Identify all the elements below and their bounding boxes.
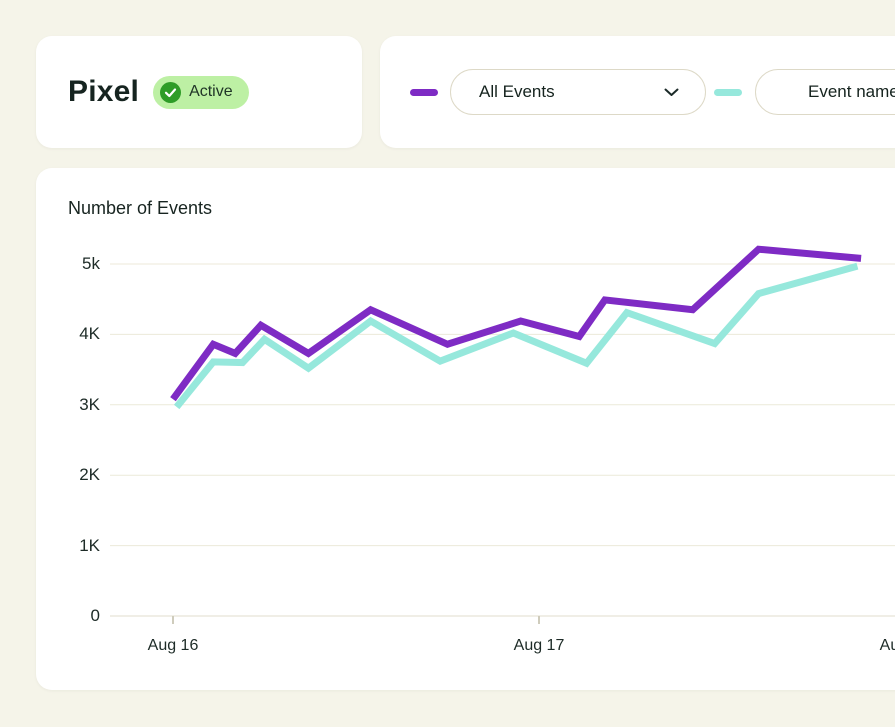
series-swatch-event-name: [714, 89, 742, 96]
series-swatch-all-events: [410, 89, 438, 96]
pixel-card: Pixel Active: [36, 36, 362, 148]
events-line-chart: [36, 168, 895, 690]
check-circle-icon: [160, 82, 181, 103]
page-title: Pixel: [68, 75, 139, 109]
series-line-all-events[interactable]: [173, 249, 861, 399]
events-chart-card: Number of Events 5k4K3K2K1K0 Aug 16Aug 1…: [36, 168, 895, 690]
all-events-dropdown-label: All Events: [479, 82, 555, 102]
event-name-dropdown-label: Event name: [808, 82, 895, 102]
status-badge: Active: [153, 76, 249, 109]
x-axis-tick-label: Aug 16: [148, 637, 199, 655]
all-events-dropdown[interactable]: All Events: [450, 69, 706, 115]
x-axis-tick-label: Aug 17: [514, 637, 565, 655]
status-badge-label: Active: [189, 83, 233, 101]
event-name-dropdown[interactable]: Event name: [755, 69, 895, 115]
chevron-down-icon: [664, 82, 679, 102]
legend-card: All Events Event name: [380, 36, 895, 148]
x-axis-tick-label: Aug 18: [880, 637, 895, 655]
